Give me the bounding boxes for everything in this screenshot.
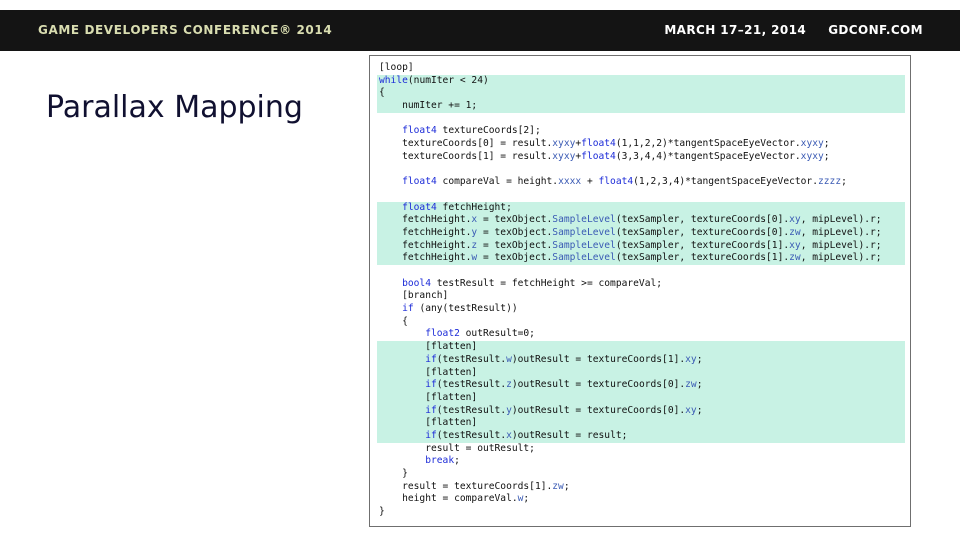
code-line: fetchHeight.y = texObject.SampleLevel(te… (379, 226, 882, 238)
code-line: float2 outResult=0; (425, 328, 535, 340)
code-line: } (379, 468, 408, 479)
code-line: if(testResult.w)outResult = textureCoord… (425, 353, 703, 365)
code-line: [loop] (379, 62, 414, 73)
code-line: if(testResult.y)outResult = textureCoord… (425, 404, 703, 416)
code-line: if(testResult.x)outResult = result; (425, 429, 628, 441)
conference-website: GDCONF.COM (828, 23, 923, 37)
code-line: float4 textureCoords[2]; (402, 125, 541, 137)
code-line: result = textureCoords[1].zw; (379, 480, 570, 492)
code-line: [flatten] (379, 417, 478, 429)
code-line: { (379, 315, 408, 327)
code-line: { (379, 87, 385, 99)
code-line: fetchHeight.w = texObject.SampleLevel(te… (379, 252, 882, 264)
code-line: textureCoords[1] = result.xyxy+float4(3,… (379, 150, 830, 162)
code-line: numIter += 1; (379, 100, 478, 112)
code-line: height = compareVal.w; (379, 493, 530, 505)
code-line: [branch] (379, 290, 449, 302)
code-lines: [loop] while(numIter < 24){ numIter += 1;… (379, 62, 906, 519)
code-line: [flatten] (379, 366, 478, 378)
code-line: } (379, 506, 385, 518)
slide-title: Parallax Mapping (46, 90, 303, 125)
code-line: bool4 testResult = fetchHeight >= compar… (402, 277, 663, 289)
code-line: fetchHeight.z = texObject.SampleLevel(te… (379, 239, 882, 251)
header-bar: GAME DEVELOPERS CONFERENCE® 2014 MARCH 1… (0, 10, 960, 51)
conference-name: GAME DEVELOPERS CONFERENCE® 2014 (38, 23, 333, 37)
code-line: fetchHeight.x = texObject.SampleLevel(te… (379, 214, 882, 226)
code-line: break; (425, 455, 460, 467)
header-right: MARCH 17–21, 2014 GDCONF.COM (664, 23, 923, 37)
conference-dates: MARCH 17–21, 2014 (664, 23, 807, 37)
code-line: while(numIter < 24) (379, 74, 489, 86)
code-line: textureCoords[0] = result.xyxy+float4(1,… (379, 138, 830, 150)
code-block: [loop] while(numIter < 24){ numIter += 1;… (369, 55, 911, 527)
code-line: float4 compareVal = height.xxxx + float4… (402, 176, 847, 188)
code-line: [flatten] (379, 391, 478, 403)
code-line: [flatten] (379, 341, 478, 353)
code-line: if (any(testResult)) (402, 303, 518, 315)
code-line: float4 fetchHeight; (402, 201, 512, 213)
code-line: result = outResult; (379, 442, 535, 454)
code-line: if(testResult.z)outResult = textureCoord… (425, 379, 703, 391)
